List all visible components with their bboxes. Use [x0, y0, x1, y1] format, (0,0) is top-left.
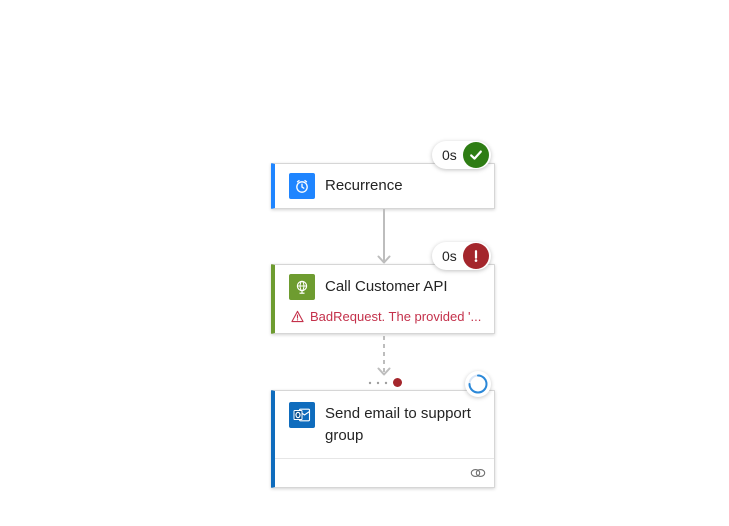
recurrence-status-badge[interactable]: 0s	[432, 141, 491, 169]
recurrence-step-header[interactable]: Recurrence	[275, 164, 494, 208]
globe-icon	[289, 274, 315, 300]
call-customer-api-status-badge[interactable]: 0s	[432, 242, 491, 270]
send-email-step-footer	[275, 458, 494, 487]
running-spinner-icon	[465, 371, 491, 397]
connector-arrow-1	[377, 209, 391, 264]
recurrence-step-card[interactable]: Recurrence	[271, 163, 495, 209]
recurrence-duration: 0s	[442, 147, 457, 163]
success-check-icon	[462, 142, 489, 168]
call-customer-api-step-header[interactable]: Call Customer API	[275, 265, 494, 309]
run-after-failed-indicator[interactable]	[393, 378, 402, 387]
call-customer-api-error-line[interactable]: BadRequest. The provided '...	[275, 305, 494, 327]
warning-icon	[291, 310, 304, 322]
outlook-icon	[289, 402, 315, 428]
call-customer-api-step-title: Call Customer API	[325, 278, 448, 295]
send-email-step-header[interactable]: Send email to support group	[275, 391, 494, 448]
send-email-step-title: Send email to support group	[325, 403, 471, 447]
send-email-step-card[interactable]: Send email to support group	[271, 390, 495, 488]
clock-icon	[289, 173, 315, 199]
recurrence-step-title: Recurrence	[325, 177, 403, 194]
designer-canvas: Recurrence 0s Call Customer API BadReque…	[0, 0, 729, 526]
send-email-title-line-2: group	[325, 427, 364, 444]
call-customer-api-step-card[interactable]: Call Customer API BadRequest. The provid…	[271, 264, 495, 334]
connection-link-icon[interactable]	[470, 467, 486, 479]
call-customer-api-error-message: BadRequest. The provided '...	[310, 308, 482, 324]
error-exclamation-icon	[462, 243, 489, 269]
send-email-title-line-1: Send email to support	[325, 405, 471, 422]
call-customer-api-duration: 0s	[442, 248, 457, 264]
